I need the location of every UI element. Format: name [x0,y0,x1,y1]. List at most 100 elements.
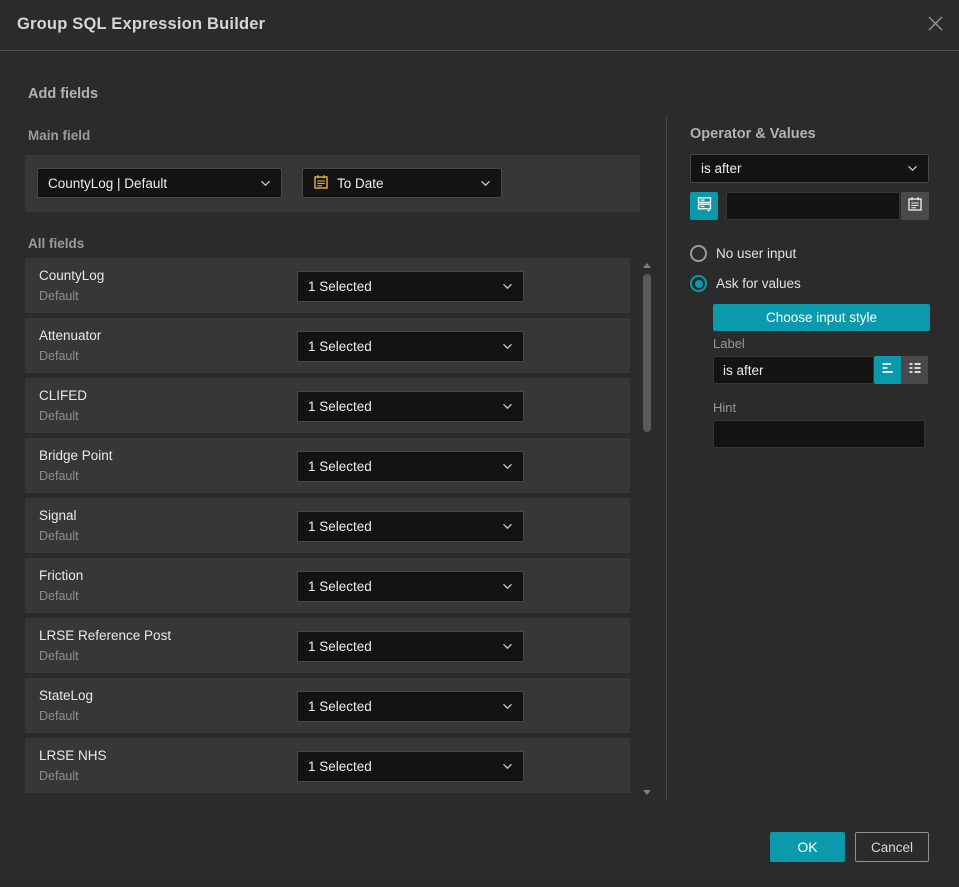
selected-count: 1 Selected [308,399,372,414]
radio-selected-icon [690,275,707,292]
field-subtitle: Default [39,289,79,303]
field-selected-dropdown[interactable]: 1 Selected [297,631,524,662]
chevron-down-icon [502,343,513,350]
field-name: Attenuator [39,328,102,343]
selected-count: 1 Selected [308,459,372,474]
field-selected-dropdown[interactable]: 1 Selected [297,751,524,782]
align-left-icon [880,360,896,381]
scrollbar-thumb[interactable] [643,274,651,432]
calendar-icon [907,196,923,217]
label-input[interactable] [713,356,874,384]
radio-ask-for-values[interactable]: Ask for values [690,275,801,292]
hint-caption: Hint [713,400,737,415]
field-row: LRSE NHS Default 1 Selected [25,738,630,793]
value-input[interactable] [726,192,900,220]
field-row: Friction Default 1 Selected [25,558,630,613]
input-style-list-button[interactable] [901,356,928,384]
field-name: Bridge Point [39,448,113,463]
choose-input-style-button[interactable]: Choose input style [713,304,930,331]
radio-label: Ask for values [716,276,801,291]
scrollbar-up-arrow[interactable] [643,263,651,268]
selected-count: 1 Selected [308,579,372,594]
main-field-dropdown[interactable]: CountyLog | Default [37,168,282,198]
field-subtitle: Default [39,529,79,543]
field-selected-dropdown[interactable]: 1 Selected [297,691,524,722]
field-row: Signal Default 1 Selected [25,498,630,553]
close-button[interactable] [923,14,947,38]
radio-circle-icon [690,245,707,262]
field-row: StateLog Default 1 Selected [25,678,630,733]
dialog-header: Group SQL Expression Builder [0,0,959,51]
panel-divider [666,117,667,800]
cancel-button[interactable]: Cancel [855,832,929,862]
field-row: CLIFED Default 1 Selected [25,378,630,433]
selected-count: 1 Selected [308,519,372,534]
bulleted-list-icon [907,360,923,381]
field-subtitle: Default [39,409,79,423]
stacked-rows-icon [696,195,713,217]
chevron-down-icon [502,703,513,710]
field-name: LRSE Reference Post [39,628,172,643]
field-name: CLIFED [39,388,88,403]
input-style-text-button[interactable] [874,356,901,384]
label-caption: Label [713,336,745,351]
field-row: LRSE Reference Post Default 1 Selected [25,618,630,673]
field-name: CountyLog [39,268,105,283]
field-subtitle: Default [39,649,79,663]
operator-dropdown-value: is after [701,161,742,176]
chevron-down-icon [502,583,513,590]
dialog-title: Group SQL Expression Builder [17,15,266,33]
chevron-down-icon [480,180,491,187]
all-fields-label: All fields [28,236,85,251]
field-name: StateLog [39,688,94,703]
field-subtitle: Default [39,709,79,723]
chevron-down-icon [502,643,513,650]
field-row: Attenuator Default 1 Selected [25,318,630,373]
field-subtitle: Default [39,589,79,603]
field-selected-dropdown[interactable]: 1 Selected [297,451,524,482]
scrollbar-down-arrow[interactable] [643,790,651,795]
chevron-down-icon [502,763,513,770]
chevron-down-icon [502,463,513,470]
value-picker-button[interactable] [690,192,718,220]
all-fields-list: CountyLog Default 1 Selected Attenuator … [25,258,630,798]
operator-values-heading: Operator & Values [690,126,816,142]
selected-count: 1 Selected [308,279,372,294]
chevron-down-icon [502,523,513,530]
main-field-dropdown-value: CountyLog | Default [48,175,168,191]
value-date-picker-button[interactable] [901,192,929,220]
selected-count: 1 Selected [308,759,372,774]
field-selected-dropdown[interactable]: 1 Selected [297,571,524,602]
date-field-dropdown-value: To Date [337,175,384,191]
field-selected-dropdown[interactable]: 1 Selected [297,391,524,422]
main-field-panel: CountyLog | Default To Date [25,155,640,212]
selected-count: 1 Selected [308,699,372,714]
chevron-down-icon [502,283,513,290]
chevron-down-icon [907,165,918,172]
radio-no-user-input[interactable]: No user input [690,245,796,262]
group-sql-expression-builder-dialog: Group SQL Expression Builder Add fields … [0,0,959,887]
date-field-dropdown[interactable]: To Date [302,168,502,198]
field-selected-dropdown[interactable]: 1 Selected [297,271,524,302]
selected-count: 1 Selected [308,639,372,654]
chevron-down-icon [260,180,271,187]
add-fields-heading: Add fields [28,86,99,102]
main-field-label: Main field [28,128,91,143]
chevron-down-icon [502,403,513,410]
field-name: Signal [39,508,77,523]
ok-button[interactable]: OK [770,832,845,862]
field-subtitle: Default [39,769,79,783]
field-name: LRSE NHS [39,748,107,763]
field-selected-dropdown[interactable]: 1 Selected [297,331,524,362]
close-icon [925,13,946,39]
operator-dropdown[interactable]: is after [690,154,929,183]
calendar-icon [313,174,329,193]
field-subtitle: Default [39,469,79,483]
hint-input[interactable] [713,420,925,448]
field-name: Friction [39,568,84,583]
field-row: CountyLog Default 1 Selected [25,258,630,313]
field-selected-dropdown[interactable]: 1 Selected [297,511,524,542]
radio-label: No user input [716,246,797,261]
field-row: Bridge Point Default 1 Selected [25,438,630,493]
selected-count: 1 Selected [308,339,372,354]
